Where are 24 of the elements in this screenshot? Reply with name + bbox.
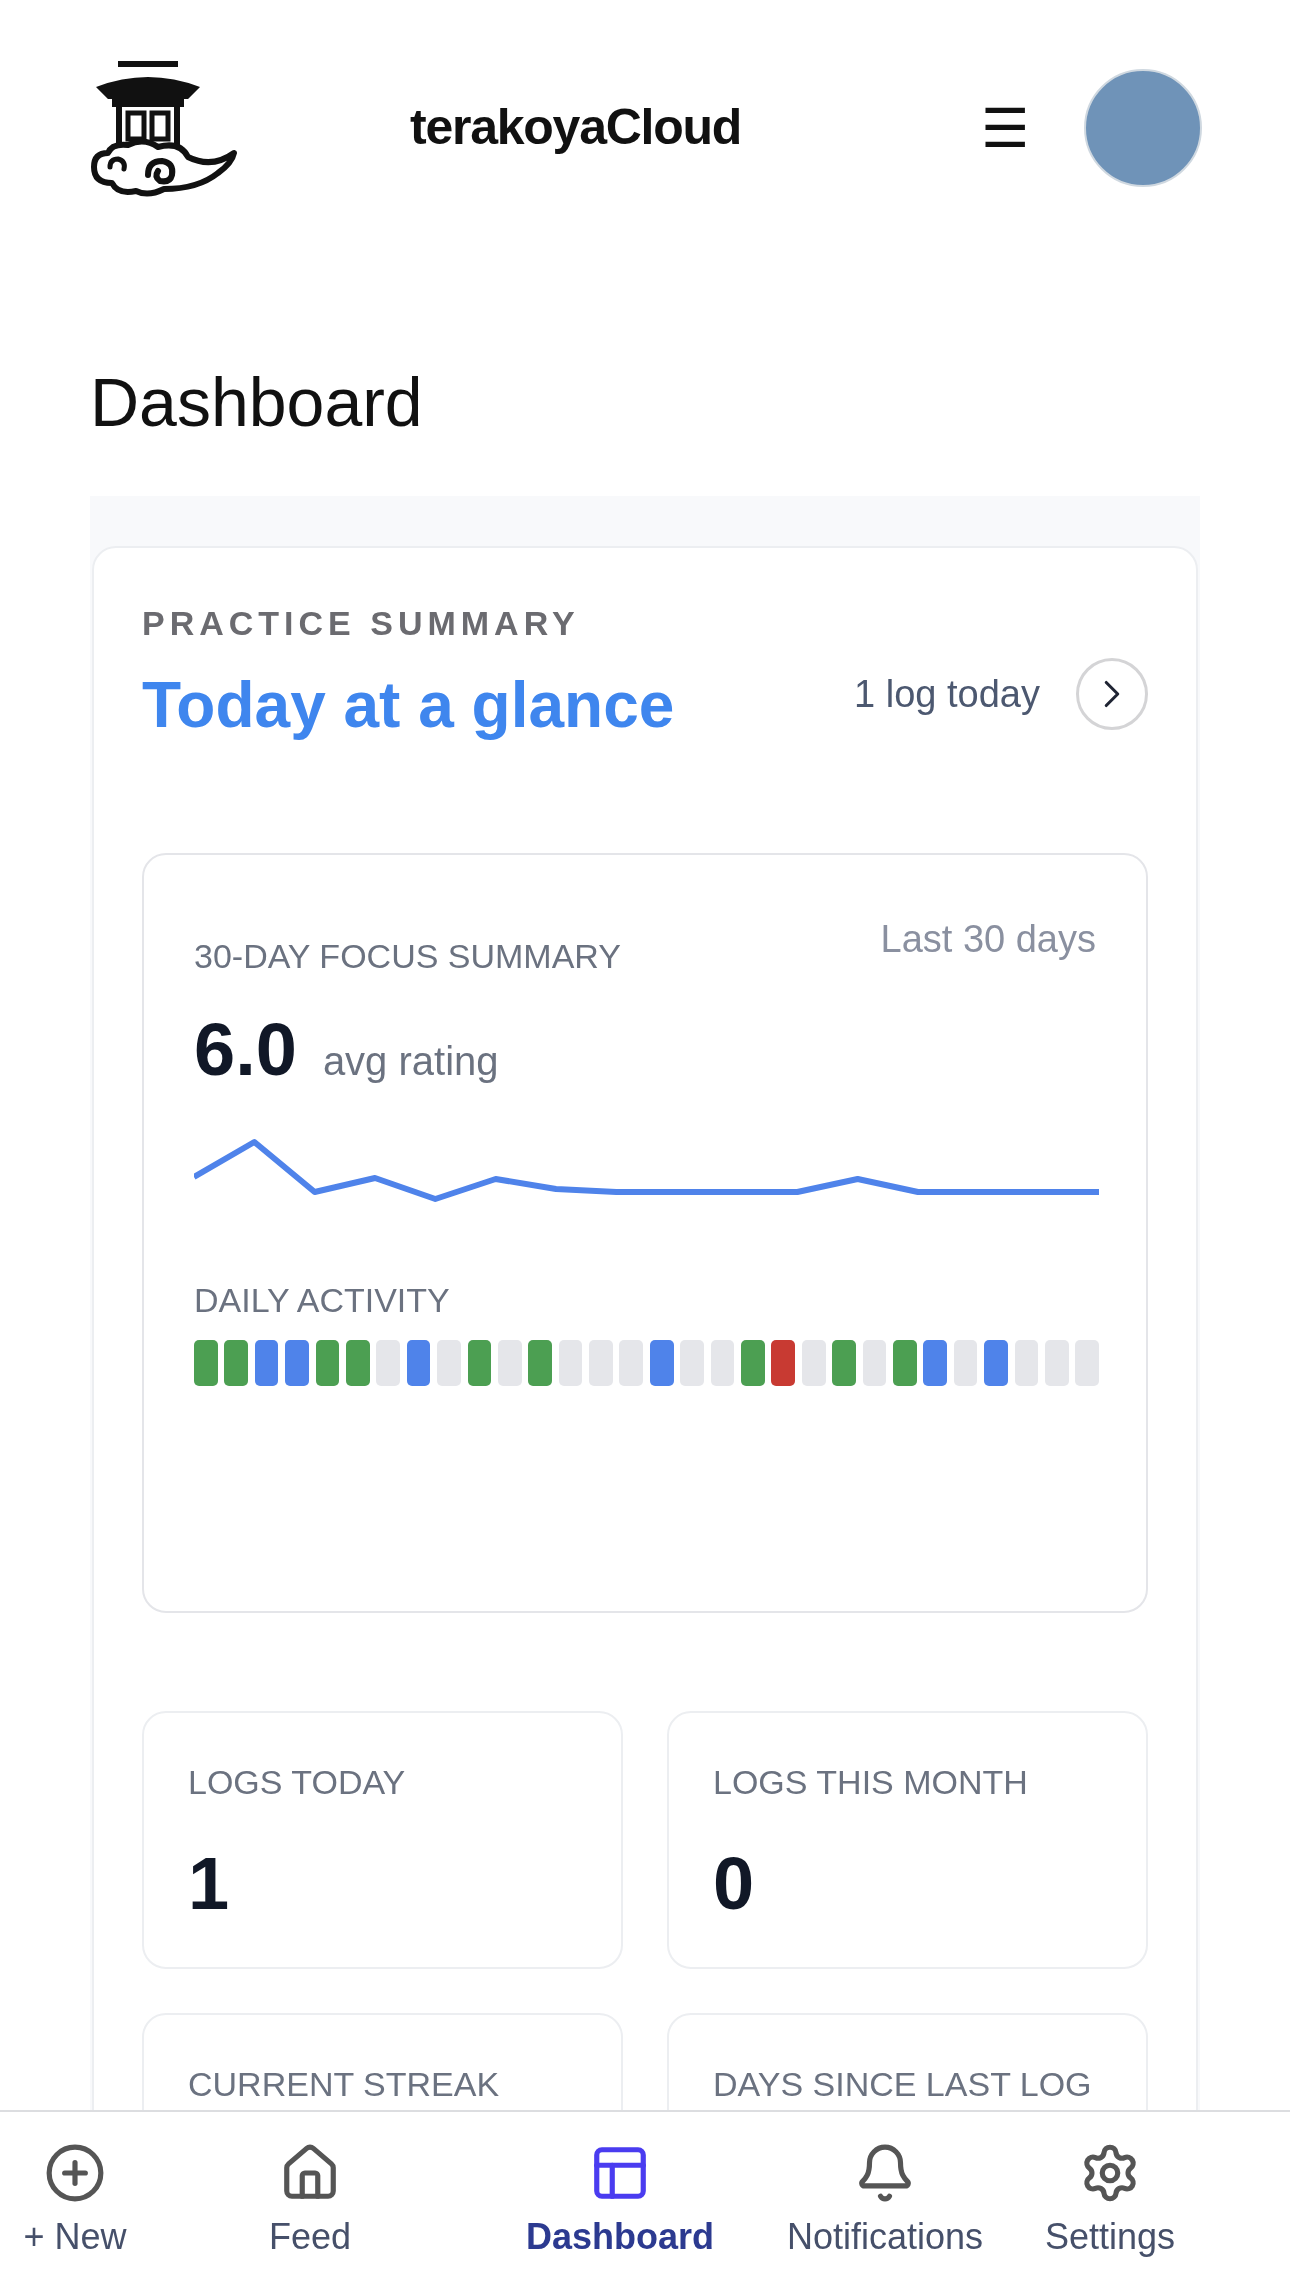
plus-circle-icon [44,2142,106,2204]
stat-value: 1 [188,1841,231,1927]
nav-tab[interactable]: Notifications [770,2142,1000,2264]
range-label: Last 30 days [880,917,1096,962]
page-title: Dashboard [90,368,424,436]
nav-tab[interactable]: Feed [150,2142,470,2264]
section-title: Today at a glance [142,668,675,743]
section-eyebrow: PRACTICE SUMMARY [142,603,581,644]
menu-button[interactable]: ☰ [981,100,1029,155]
focus-label: 30-DAY FOCUS SUMMARY [194,936,621,977]
stat-value: 0 [713,1841,756,1927]
stat-label: LOGS THIS MONTH [713,1762,1029,1803]
avg-rating-value: 6.0 [194,1007,297,1093]
next-button[interactable] [1076,658,1148,730]
stat-label: DAYS SINCE LAST LOG [713,2064,1093,2105]
nav-tab[interactable]: Dashboard [470,2142,770,2264]
nav-tab[interactable]: Settings [1000,2142,1220,2264]
app-name: terakoyaCloud [410,98,742,157]
log-count: 1 log today [854,671,1040,717]
activity-label: DAILY ACTIVITY [194,1280,451,1321]
avg-rating-unit: avg rating [322,1038,499,1085]
nav-tab[interactable]: + New [0,2142,150,2264]
stat-label: CURRENT STREAK [188,2064,501,2105]
stat-label: LOGS TODAY [188,1762,407,1803]
